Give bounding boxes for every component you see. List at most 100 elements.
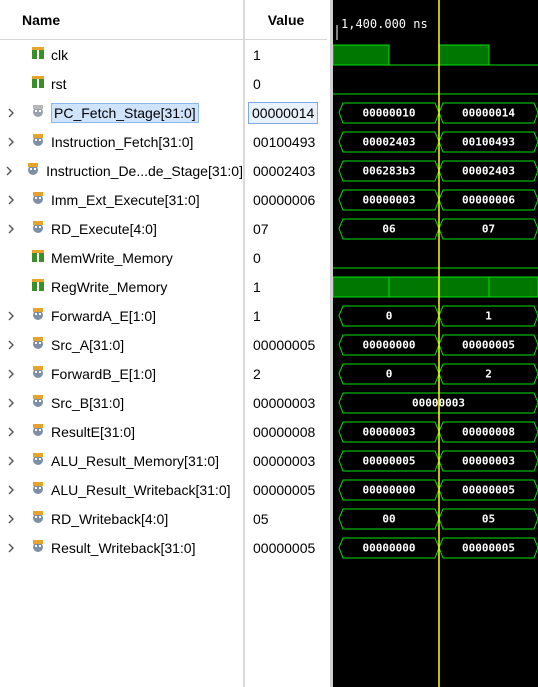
signal-value-row[interactable]: 00000003 bbox=[245, 388, 327, 417]
signal-name: rst bbox=[51, 75, 67, 92]
signal-name: Instruction_Fetch[31:0] bbox=[51, 133, 194, 150]
signal-row-result-writeback[interactable]: Result_Writeback[31:0] bbox=[0, 533, 243, 562]
signal-name: MemWrite_Memory bbox=[51, 249, 173, 266]
waveform-canvas[interactable]: 1,400.000 ns 00000010 00000014 00002403 0 0 1… bbox=[333, 0, 538, 687]
signal-value-row[interactable]: 1 bbox=[245, 301, 327, 330]
expand-chevron-icon[interactable] bbox=[0, 485, 22, 495]
signal-value-row[interactable]: 00000006 bbox=[245, 185, 327, 214]
expand-chevron-icon[interactable] bbox=[0, 369, 22, 379]
expand-chevron-icon[interactable] bbox=[0, 456, 22, 466]
signal-value: 0 bbox=[253, 75, 261, 92]
signal-value: 1 bbox=[253, 278, 261, 295]
bus-icon bbox=[22, 103, 51, 122]
expand-chevron-icon[interactable] bbox=[0, 108, 22, 118]
name-column-header[interactable]: Name bbox=[0, 0, 243, 40]
signal-row-instruction-fetch[interactable]: Instruction_Fetch[31:0] bbox=[0, 127, 243, 156]
wave-high-segment bbox=[388, 276, 440, 298]
value-column-header[interactable]: Value bbox=[245, 0, 327, 40]
cursor-time-label: 1,400.000 ns bbox=[341, 17, 428, 31]
bus-icon bbox=[22, 190, 51, 209]
signal-value-row[interactable]: 0 bbox=[245, 69, 327, 98]
waveform-regwrite-memory[interactable] bbox=[333, 276, 538, 298]
signal-row-src-a[interactable]: Src_A[31:0] bbox=[0, 330, 243, 359]
bus-segment-value: 00000003 bbox=[363, 426, 416, 439]
waveform-clk[interactable] bbox=[333, 44, 538, 66]
signal-value-row[interactable]: 2 bbox=[245, 359, 327, 388]
expand-chevron-icon[interactable] bbox=[0, 224, 22, 234]
signal-value-row[interactable]: 00002403 bbox=[245, 156, 327, 185]
signal-name: Result_Writeback[31:0] bbox=[51, 539, 196, 556]
signal-row-forwarda-e[interactable]: ForwardA_E[1:0] bbox=[0, 301, 243, 330]
bus-icon bbox=[22, 422, 51, 441]
signal-value-row[interactable]: 00000005 bbox=[245, 475, 327, 504]
signal-value: 05 bbox=[253, 510, 269, 527]
waveform-pane[interactable]: 1,400.000 ns 00000010 00000014 00002403 0 0 1… bbox=[333, 0, 538, 687]
wave-high-segment bbox=[333, 276, 390, 298]
signal-row-alu-result-memory[interactable]: ALU_Result_Memory[31:0] bbox=[0, 446, 243, 475]
bus-segment-value: 0 bbox=[386, 310, 393, 323]
signal-name: RegWrite_Memory bbox=[51, 278, 168, 295]
signal-row-src-b[interactable]: Src_B[31:0] bbox=[0, 388, 243, 417]
expand-chevron-icon[interactable] bbox=[0, 340, 22, 350]
signal-value-row[interactable]: 1 bbox=[245, 272, 327, 301]
bus-segment-value: 00000000 bbox=[363, 542, 416, 555]
signal-value: 00000014 bbox=[248, 101, 319, 124]
signal-value-row[interactable]: 07 bbox=[245, 214, 327, 243]
signal-value-row[interactable]: 05 bbox=[245, 504, 327, 533]
bus-icon bbox=[22, 132, 51, 151]
signal-name: Src_B[31:0] bbox=[51, 394, 125, 411]
signal-row-pc-fetch-stage[interactable]: PC_Fetch_Stage[31:0] bbox=[0, 98, 243, 127]
signal-value-row[interactable]: 00100493 bbox=[245, 127, 327, 156]
bus-segment-value: 00000008 bbox=[462, 426, 515, 439]
bus-icon bbox=[17, 161, 46, 180]
bus-segment-value: 00000010 bbox=[363, 107, 416, 120]
expand-chevron-icon[interactable] bbox=[0, 514, 22, 524]
expand-chevron-icon[interactable] bbox=[0, 311, 22, 321]
expand-chevron-icon[interactable] bbox=[0, 166, 17, 176]
expand-chevron-icon[interactable] bbox=[0, 427, 22, 437]
bus-segment-value: 00000005 bbox=[462, 484, 515, 497]
signal-row-rst[interactable]: rst bbox=[0, 69, 243, 98]
bus-segment-value: 06 bbox=[382, 223, 396, 236]
logic-bit-icon bbox=[22, 277, 51, 296]
signal-row-clk[interactable]: clk bbox=[0, 40, 243, 69]
signal-value: 2 bbox=[253, 365, 261, 382]
signal-value: 00000003 bbox=[253, 452, 316, 469]
bus-segment-value: 1 bbox=[485, 310, 492, 323]
signal-row-forwardb-e[interactable]: ForwardB_E[1:0] bbox=[0, 359, 243, 388]
bus-segment-value: 00000005 bbox=[363, 455, 416, 468]
signal-row-instruction-de-de-stage[interactable]: Instruction_De...de_Stage[31:0] bbox=[0, 156, 243, 185]
bus-segment-value: 00000005 bbox=[462, 339, 515, 352]
signal-value-pane: Value 1 0 00000014 00100493 00002403 00000006… bbox=[245, 0, 327, 687]
signal-value-row[interactable]: 0 bbox=[245, 243, 327, 272]
signal-value-row[interactable]: 1 bbox=[245, 40, 327, 69]
signal-row-memwrite-memory[interactable]: MemWrite_Memory bbox=[0, 243, 243, 272]
expand-chevron-icon[interactable] bbox=[0, 543, 22, 553]
expand-chevron-icon[interactable] bbox=[0, 195, 22, 205]
signal-row-imm-ext-execute[interactable]: Imm_Ext_Execute[31:0] bbox=[0, 185, 243, 214]
bus-segment-value: 00002403 bbox=[363, 136, 416, 149]
signal-row-rd-execute[interactable]: RD_Execute[4:0] bbox=[0, 214, 243, 243]
signal-name: ALU_Result_Writeback[31:0] bbox=[51, 481, 231, 498]
bus-segment-value: 0 bbox=[386, 368, 393, 381]
signal-value-row[interactable]: 00000003 bbox=[245, 446, 327, 475]
signal-value: 00000008 bbox=[253, 423, 316, 440]
expand-chevron-icon[interactable] bbox=[0, 137, 22, 147]
expand-chevron-icon[interactable] bbox=[0, 398, 22, 408]
signal-value-row[interactable]: 00000005 bbox=[245, 533, 327, 562]
bus-segment-value: 006283b3 bbox=[363, 165, 416, 178]
bus-icon bbox=[22, 219, 51, 238]
signal-value-row[interactable]: 00000014 bbox=[245, 98, 327, 127]
signal-value-row[interactable]: 00000008 bbox=[245, 417, 327, 446]
bus-icon bbox=[22, 335, 51, 354]
signal-row-rd-writeback[interactable]: RD_Writeback[4:0] bbox=[0, 504, 243, 533]
signal-row-regwrite-memory[interactable]: RegWrite_Memory bbox=[0, 272, 243, 301]
bus-segment-value: 00000014 bbox=[462, 107, 515, 120]
bus-icon bbox=[22, 538, 51, 557]
bus-segment-value: 00000000 bbox=[363, 339, 416, 352]
signal-row-alu-result-writeback[interactable]: ALU_Result_Writeback[31:0] bbox=[0, 475, 243, 504]
signal-row-resulte[interactable]: ResultE[31:0] bbox=[0, 417, 243, 446]
logic-bit-icon bbox=[22, 45, 51, 64]
signal-name: PC_Fetch_Stage[31:0] bbox=[51, 102, 199, 123]
signal-value-row[interactable]: 00000005 bbox=[245, 330, 327, 359]
